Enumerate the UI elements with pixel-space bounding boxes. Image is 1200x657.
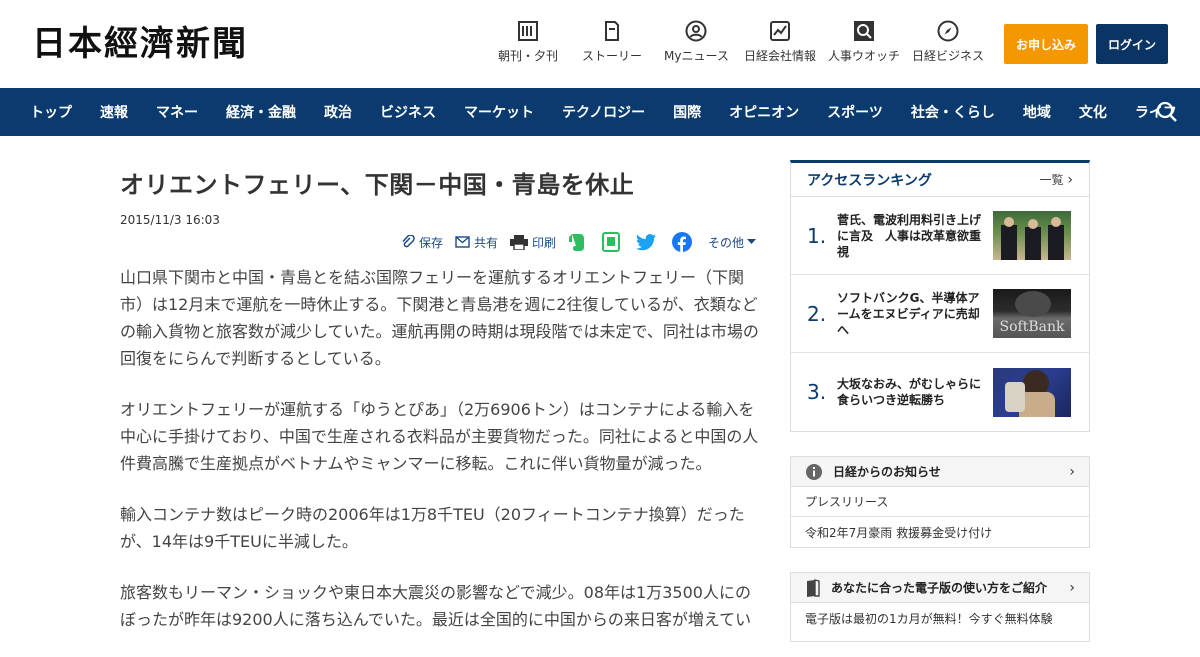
share-button[interactable]: 共有 xyxy=(455,234,498,251)
chevron-right-icon: › xyxy=(1069,463,1075,480)
nav-item-breaking[interactable]: 速報 xyxy=(100,102,128,122)
ranking-thumbnail xyxy=(993,367,1071,417)
search-person-icon xyxy=(854,21,874,41)
nav-label: ストーリー xyxy=(582,49,643,63)
ranking-thumbnail: SoftBank xyxy=(993,289,1071,338)
nav-item-sports[interactable]: スポーツ xyxy=(827,102,883,122)
nav-label: 人事ウオッチ xyxy=(828,49,901,63)
site-logo[interactable]: 日本經濟新聞 xyxy=(32,24,248,64)
nav-company-info[interactable]: 日経会社情報 xyxy=(744,20,816,63)
notice-link[interactable]: 令和2年7月豪雨 救援募金受け付け xyxy=(791,517,1089,547)
apply-button[interactable]: お申し込み xyxy=(1004,24,1088,64)
nav-label: 朝刊・夕刊 xyxy=(498,49,559,63)
nav-item-politics[interactable]: 政治 xyxy=(324,102,352,122)
softbank-sign: SoftBank xyxy=(999,319,1065,335)
notice-title: 日経からのお知らせ xyxy=(833,465,941,479)
ranking-headline: 大坂なおみ、がむしゃらに食らいつき逆転勝ち xyxy=(837,377,982,407)
printer-icon xyxy=(509,234,528,250)
login-button[interactable]: ログイン xyxy=(1096,24,1168,64)
chevron-right-icon: › xyxy=(1067,172,1073,188)
nav-item-market[interactable]: マーケット xyxy=(464,102,534,122)
ranking-number: 1. xyxy=(807,223,827,248)
nav-item-top[interactable]: トップ xyxy=(30,102,72,122)
compass-icon xyxy=(937,20,959,42)
site-header: 日本經濟新聞 朝刊・夕刊 ストーリー Myニュース 日経会社情報 人事ウオッチ … xyxy=(0,0,1200,88)
ranking-headline: 菅氏、電波利用料引き上げに言及 人事は改革意欲重視 xyxy=(837,212,982,259)
ranking-more-label: 一覧 xyxy=(1039,173,1064,187)
nikkei-notice: 日経からのお知らせ › プレスリリース 令和2年7月豪雨 救援募金受け付け xyxy=(790,456,1090,548)
caret-down-icon xyxy=(747,239,756,244)
user-icon xyxy=(685,20,707,42)
nav-item-technology[interactable]: テクノロジー xyxy=(562,102,645,122)
nav-morning-evening[interactable]: 朝刊・夕刊 xyxy=(498,20,558,63)
nav-item-society[interactable]: 社会・くらし xyxy=(911,102,995,122)
print-button[interactable]: 印刷 xyxy=(509,234,556,251)
more-button[interactable]: その他 xyxy=(708,234,756,251)
notice-link[interactable]: プレスリリース xyxy=(791,487,1089,517)
print-label: 印刷 xyxy=(531,235,556,250)
nav-nikkei-business[interactable]: 日経ビジネス xyxy=(912,20,984,63)
ranking-item[interactable]: 3. 大坂なおみ、がむしゃらに食らいつき逆転勝ち xyxy=(791,353,1089,431)
save-label: 保存 xyxy=(418,235,443,250)
ranking-item[interactable]: 2. ソフトバンクG、半導体アームをエヌビディアに売却へ SoftBank xyxy=(791,275,1089,353)
evernote-button[interactable] xyxy=(568,232,590,252)
clip-note-button[interactable] xyxy=(601,232,624,252)
article-tools: 保存 共有 印刷 その他 xyxy=(389,232,756,252)
nav-item-international[interactable]: 国際 xyxy=(673,102,701,122)
article-paragraph: オリエントフェリーが運航する「ゆうとぴあ」（2万6906トン）はコンテナによる輸… xyxy=(120,400,759,473)
article-paragraph: 旅客数もリーマン・ショックや東日本大震災の影響などで減少。08年は1万3500人… xyxy=(120,583,752,629)
nav-label: 日経ビジネス xyxy=(912,49,985,63)
main-nav: トップ 速報 マネー 経済・金融 政治 ビジネス マーケット テクノロジー 国際… xyxy=(0,88,1200,136)
evernote-icon xyxy=(568,234,584,251)
nav-item-money[interactable]: マネー xyxy=(156,102,198,122)
nav-item-economy[interactable]: 経済・金融 xyxy=(226,102,296,122)
facebook-icon xyxy=(671,232,692,252)
ranking-thumbnail xyxy=(993,211,1071,260)
document-icon xyxy=(605,21,619,41)
more-label: その他 xyxy=(707,235,744,250)
note-icon xyxy=(601,232,620,252)
nav-item-culture[interactable]: 文化 xyxy=(1079,102,1107,122)
chart-icon xyxy=(770,21,790,41)
article: オリエントフェリー、下関－中国・青島を休止 2015/11/3 16:03 保存… xyxy=(120,160,760,629)
share-label: 共有 xyxy=(473,235,498,250)
ranking-number: 2. xyxy=(807,301,827,326)
nav-item-business[interactable]: ビジネス xyxy=(380,102,436,122)
chevron-right-icon: › xyxy=(1069,579,1075,596)
article-paragraph: 輸入コンテナ数はピーク時の2006年は1万8千TEU（20フィートコンテナ換算）… xyxy=(120,505,745,551)
ranking-header: アクセスランキング 一覧 › xyxy=(791,163,1089,197)
ranking-title: アクセスランキング xyxy=(807,172,932,189)
article-date: 2015/11/3 16:03 xyxy=(120,213,220,227)
twitter-button[interactable] xyxy=(635,233,660,251)
twitter-icon xyxy=(635,233,656,250)
ranking-item[interactable]: 1. 菅氏、電波利用料引き上げに言及 人事は改革意欲重視 xyxy=(791,197,1089,275)
ranking-headline: ソフトバンクG、半導体アームをエヌビディアに売却へ xyxy=(837,290,980,337)
save-button[interactable]: 保存 xyxy=(401,234,443,251)
mail-icon xyxy=(455,236,470,248)
digital-guide: あなたに合った電子版の使い方をご紹介 › 電子版は最初の1カ月が無料！今すぐ無料… xyxy=(790,572,1090,642)
nav-personnel-watch[interactable]: 人事ウオッチ xyxy=(828,20,900,63)
book-icon xyxy=(807,578,820,597)
article-paragraph: 山口県下関市と中国・青島とを結ぶ国際フェリーを運航するオリエントフェリー（下関市… xyxy=(120,268,759,368)
nav-my-news[interactable]: Myニュース xyxy=(664,20,729,63)
article-title: オリエントフェリー、下関－中国・青島を休止 xyxy=(120,171,635,199)
nav-story[interactable]: ストーリー xyxy=(582,20,642,63)
guide-header[interactable]: あなたに合った電子版の使い方をご紹介 › xyxy=(791,573,1089,603)
ranking-number: 3. xyxy=(807,380,827,404)
clip-icon xyxy=(402,235,415,248)
ranking-more-link[interactable]: 一覧 › xyxy=(1040,171,1073,188)
newspaper-icon xyxy=(518,21,538,41)
nav-item-opinion[interactable]: オピニオン xyxy=(729,102,799,122)
guide-title: あなたに合った電子版の使い方をご紹介 xyxy=(831,581,1048,595)
article-body: 山口県下関市と中国・青島とを結ぶ国際フェリーを運航するオリエントフェリー（下関市… xyxy=(120,264,765,657)
info-icon xyxy=(806,463,822,480)
search-icon[interactable] xyxy=(1156,101,1178,123)
facebook-button[interactable] xyxy=(671,232,696,252)
notice-header[interactable]: 日経からのお知らせ › xyxy=(791,457,1089,487)
nav-label: 日経会社情報 xyxy=(744,49,817,63)
access-ranking: アクセスランキング 一覧 › 1. 菅氏、電波利用料引き上げに言及 人事は改革意… xyxy=(790,160,1090,432)
nav-label: Myニュース xyxy=(664,49,729,63)
nav-item-region[interactable]: 地域 xyxy=(1023,102,1051,122)
guide-link[interactable]: 電子版は最初の1カ月が無料！今すぐ無料体験 xyxy=(791,603,1089,633)
